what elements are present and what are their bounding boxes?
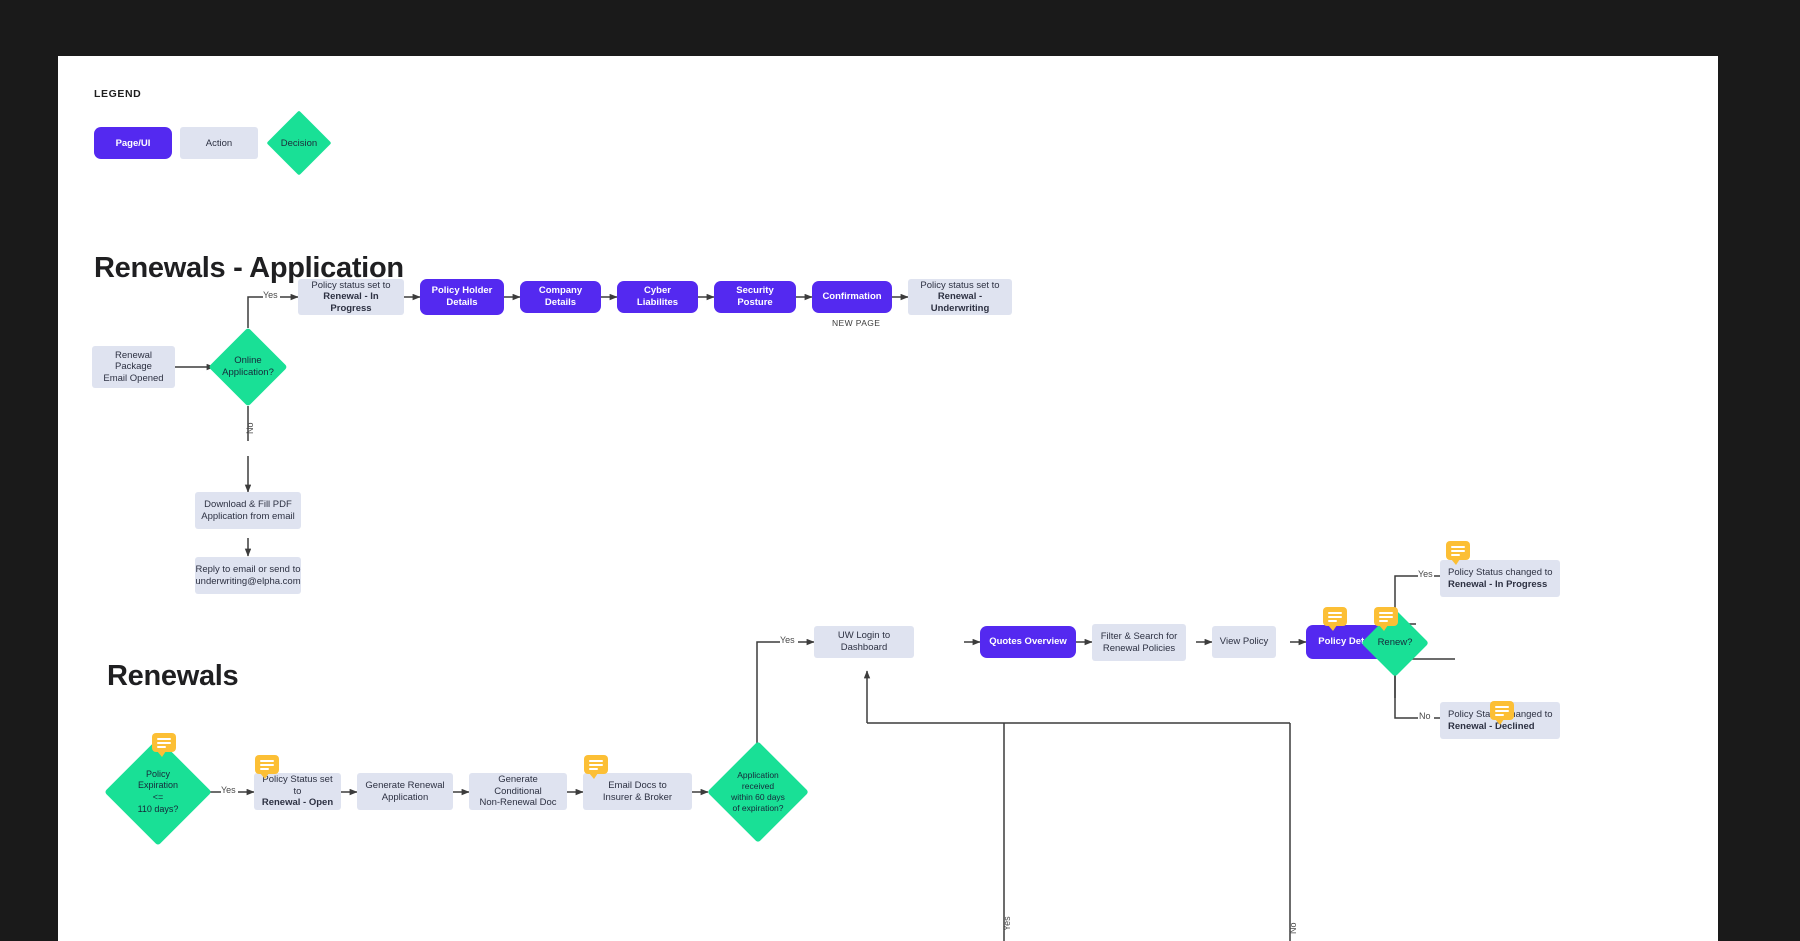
comment-badge-outcome-no[interactable]	[1490, 701, 1514, 725]
edge-label-no-online-app: No	[245, 422, 255, 434]
node-policy-status-renewal-in-progress[interactable]: Policy status set to Renewal - In Progre…	[298, 279, 404, 315]
edge-label-loop-yes: Yes	[1002, 916, 1012, 931]
node-policy-status-renewal-underwriting[interactable]: Policy status set to Renewal - Underwrit…	[908, 279, 1012, 315]
node-line-2: Application?	[222, 367, 274, 378]
node-line-1: View Policy	[1219, 636, 1269, 648]
legend-title: LEGEND	[94, 88, 142, 100]
node-line-1: Application	[737, 769, 779, 780]
comment-badge-email-docs[interactable]	[584, 755, 608, 779]
node-uw-login-to-dashboard[interactable]: UW Login to Dashboard	[814, 626, 914, 658]
node-line-2: underwriting@elpha.com	[195, 575, 301, 587]
node-line-2: Renewal - In Progress	[323, 291, 379, 314]
node-line-1: Renewal Package	[115, 349, 152, 373]
flowchart-canvas[interactable]: LEGEND Page/UI Action Decision Renewals …	[58, 56, 1718, 941]
node-line-1: Policy status set to	[311, 279, 391, 291]
legend-item-action[interactable]: Action	[180, 127, 258, 159]
node-line-2: Renewal - Open	[261, 797, 334, 809]
node-reply-to-email[interactable]: Reply to email or send to underwriting@e…	[195, 557, 301, 594]
node-generate-renewal-application[interactable]: Generate Renewal Application	[357, 773, 453, 810]
node-line-1: Reply to email or send to	[195, 563, 301, 575]
node-line-2: Renewal - Underwriting	[930, 291, 990, 314]
node-line-2: Renewal - Declined	[1448, 720, 1535, 732]
comment-badge-policy-status-open[interactable]	[255, 755, 279, 779]
node-generate-conditional-non-renewal-doc[interactable]: Generate Conditional Non-Renewal Doc	[469, 773, 567, 810]
app-root: LEGEND Page/UI Action Decision Renewals …	[0, 0, 1800, 941]
node-line-4: of expiration?	[732, 803, 784, 814]
comment-badge-policy-expiration[interactable]	[152, 733, 176, 757]
node-line-1: Policy status set to	[920, 279, 1000, 291]
node-online-application-decision[interactable]: Online Application?	[194, 327, 302, 407]
node-email-docs-insurer-broker[interactable]: Email Docs to Insurer & Broker	[583, 773, 692, 810]
legend-decision-label: Decision	[280, 137, 318, 149]
node-line-3: within 60 days	[731, 792, 785, 802]
edge-label-yes-expiration: Yes	[221, 785, 236, 795]
node-line-1: Download & Fill PDF	[204, 498, 292, 510]
node-line-2: Details	[446, 297, 478, 308]
node-line-2: Renewal Policies	[1102, 642, 1176, 654]
node-line-1: Policy Status changed to	[1448, 566, 1553, 578]
node-line-2: Expiration	[137, 780, 179, 791]
node-line-2: Non-Renewal Doc	[479, 797, 557, 809]
comment-badge-renew-decision[interactable]	[1374, 607, 1398, 631]
node-line-4: 110 days?	[137, 803, 179, 814]
comment-badge-outcome-yes[interactable]	[1446, 541, 1470, 565]
node-line-1: Policy Status set to	[262, 774, 333, 797]
node-cyber-liabilites[interactable]: Cyber Liabilites	[617, 281, 698, 313]
node-line-1: Cyber Liabilites	[636, 285, 679, 308]
node-application-received-decision[interactable]: Application received within 60 days of e…	[703, 737, 813, 847]
comment-badge-policy-detail[interactable]	[1323, 607, 1347, 631]
node-line-1: Generate Conditional	[494, 774, 542, 797]
confirmation-new-page-label: NEW PAGE	[832, 318, 881, 328]
node-line-1: Generate Renewal	[365, 779, 445, 791]
edge-label-yes-online-app: Yes	[263, 290, 278, 300]
node-line-2: Application from email	[201, 510, 295, 522]
node-line-2: Renewal - In Progress	[1448, 578, 1548, 590]
node-view-policy[interactable]: View Policy	[1212, 626, 1276, 658]
node-line-1: Email Docs to	[608, 779, 667, 791]
node-line-1: UW Login to Dashboard	[837, 630, 891, 653]
node-quotes-overview[interactable]: Quotes Overview	[980, 626, 1076, 658]
section-title-renewals: Renewals	[107, 660, 239, 692]
node-line-1: Online	[234, 354, 262, 366]
legend: LEGEND Page/UI Action Decision	[94, 88, 332, 176]
node-policy-holder-details[interactable]: Policy Holder Details	[420, 279, 504, 315]
node-line-1: Quotes Overview	[989, 636, 1067, 648]
legend-item-page-ui[interactable]: Page/UI	[94, 127, 172, 159]
node-confirmation[interactable]: Confirmation	[812, 281, 892, 313]
node-line-1: Policy Holder	[431, 285, 493, 297]
legend-items: Page/UI Action Decision	[94, 110, 332, 176]
node-company-details[interactable]: Company Details	[520, 281, 601, 313]
node-line-2: Email Opened	[103, 372, 164, 384]
node-security-posture[interactable]: Security Posture	[714, 281, 796, 313]
node-line-1: Filter & Search for	[1100, 630, 1178, 642]
node-policy-status-renewal-in-progress-outcome[interactable]: Policy Status changed to Renewal - In Pr…	[1440, 560, 1560, 597]
node-line-1: Policy	[145, 768, 170, 779]
node-line-1: Confirmation	[822, 291, 882, 303]
node-line-3: <=	[152, 792, 164, 802]
edge-label-yes-received: Yes	[780, 635, 795, 645]
node-download-fill-pdf[interactable]: Download & Fill PDF Application from ema…	[195, 492, 301, 529]
node-line-1: Company Details	[538, 285, 583, 308]
node-line-2: Application	[381, 791, 429, 803]
node-line-2: Insurer & Broker	[602, 791, 673, 803]
edge-label-yes-renew: Yes	[1418, 569, 1433, 579]
node-renewal-package-email-opened[interactable]: Renewal Package Email Opened	[92, 346, 175, 388]
edge-label-no-renew: No	[1419, 711, 1431, 721]
node-line-1: Renew?	[1377, 636, 1413, 648]
legend-item-decision[interactable]: Decision	[266, 110, 332, 176]
node-filter-search-renewal-policies[interactable]: Filter & Search for Renewal Policies	[1092, 624, 1186, 661]
node-line-1: Security Posture	[736, 285, 774, 308]
node-line-2: received	[741, 780, 775, 791]
edge-label-loop-no: No	[1288, 922, 1298, 934]
